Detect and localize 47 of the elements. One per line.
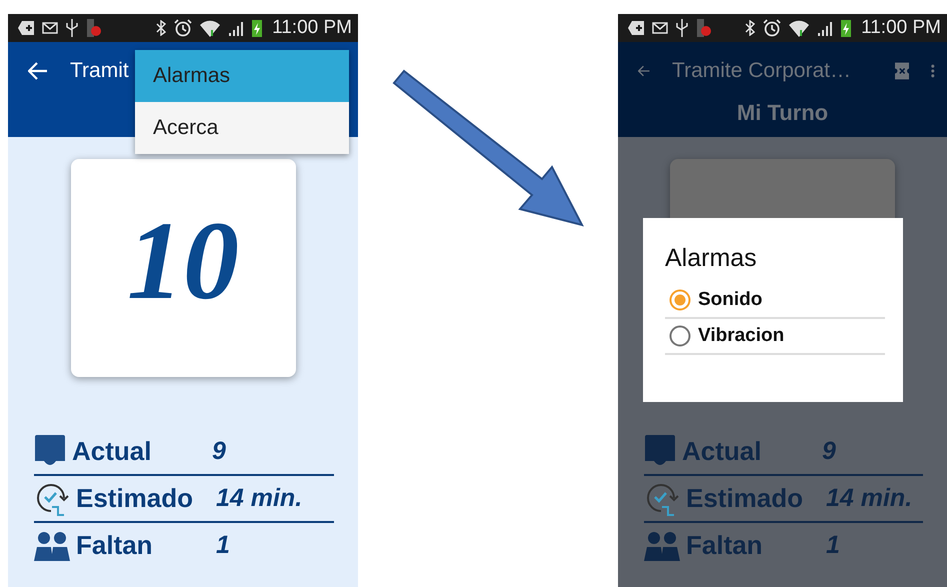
bluetooth-icon [156,20,166,36]
stat-value: 14 min. [216,484,302,513]
radio-option[interactable]: Vibracion [665,319,885,355]
notification-plus-icon [628,21,644,35]
screen-subtitle: Mi Turno [736,100,828,126]
dialog-title: Alarmas [665,244,758,273]
stat-value: 1 [826,531,840,560]
status-time: 11:00 PM [861,17,941,39]
stat-value: 9 [212,437,226,466]
people-icon [34,530,70,560]
mail-icon [42,22,58,34]
mail-icon [652,22,668,34]
battery-icon [252,19,262,37]
alarm-clock-icon [174,19,192,37]
stat-label: Faltan [76,530,154,561]
record-icon [696,19,712,37]
stat-label: Estimado [686,483,804,514]
radio-button[interactable] [669,325,691,347]
radio-button[interactable] [669,289,691,311]
wifi-icon [789,20,810,36]
bluetooth-icon [745,20,756,36]
stat-value: 14 min. [826,484,912,513]
menu-item[interactable]: Alarmas [135,50,349,102]
menu-item[interactable]: Acerca [135,102,349,154]
wifi-icon [200,20,220,36]
back-arrow-icon[interactable] [28,62,48,80]
arrow-icon [390,69,586,229]
usb-icon [66,19,78,37]
stat-label: Actual [682,436,762,467]
people-icon [644,530,680,560]
stat-value: 1 [216,531,230,560]
notification-plus-icon [18,21,34,35]
stat-label: Estimado [76,483,194,514]
usb-icon [676,19,688,37]
alarm-clock-icon [763,19,782,37]
app-title: Tramit [70,59,129,83]
stat-value: 9 [822,437,836,466]
ticket-number: 10 [127,198,239,324]
radio-option[interactable]: Sonido [665,283,885,319]
signal-icon [228,20,244,36]
app-title: Tramite Corporat… [672,59,851,83]
battery-icon [841,19,852,37]
signal-icon [817,20,834,36]
status-time: 11:00 PM [272,17,352,39]
stat-label: Faltan [686,530,764,561]
record-icon [86,19,102,37]
stat-label: Actual [72,436,152,467]
